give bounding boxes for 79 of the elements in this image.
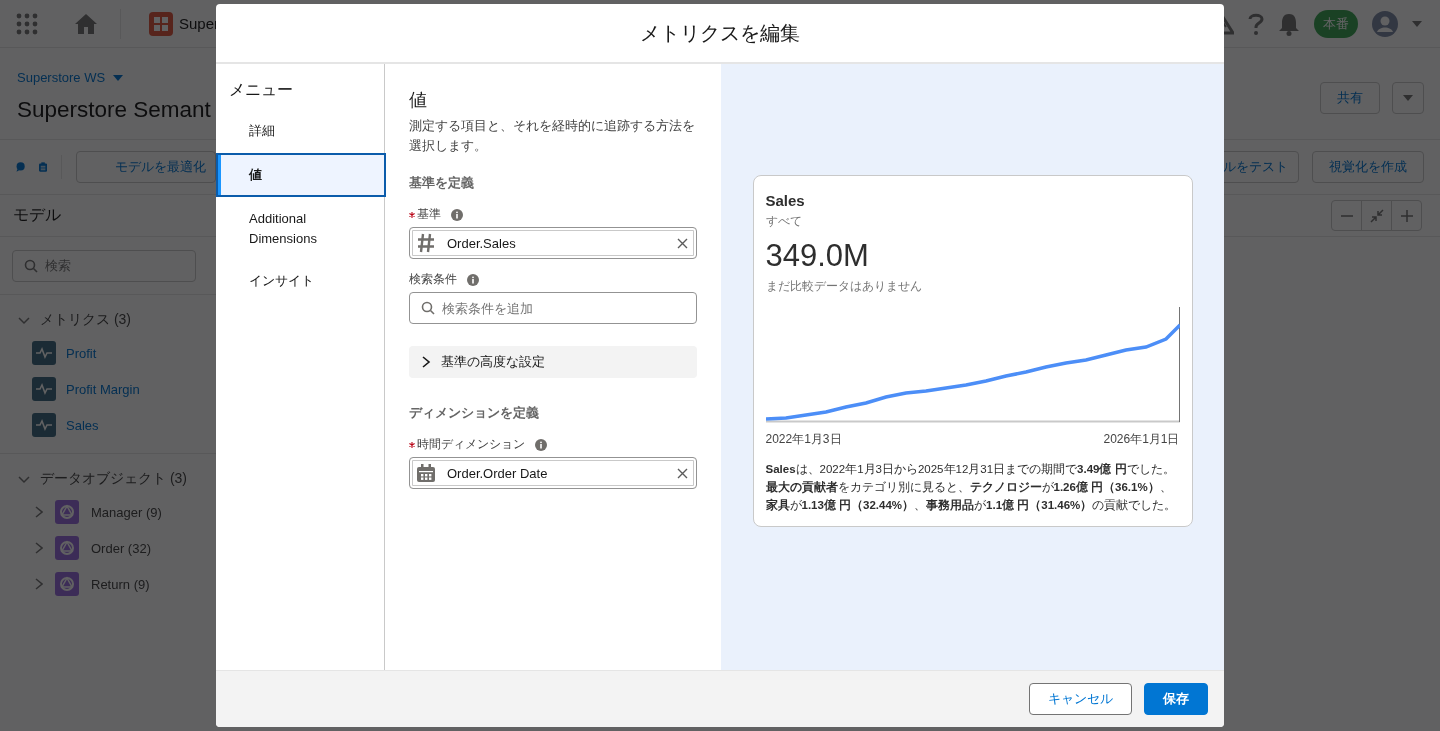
- caret-icon[interactable]: [113, 74, 124, 81]
- menu-item[interactable]: 詳細: [216, 111, 384, 151]
- zoom-out-button[interactable]: [1331, 200, 1362, 231]
- axis-label: 2026年1月1日: [1103, 431, 1180, 448]
- shrink-icon: [1369, 208, 1384, 223]
- field-label: 基準: [417, 206, 441, 223]
- pulse-icon: [32, 413, 56, 437]
- search-icon: [421, 301, 435, 315]
- group-header[interactable]: メトリクス (3): [0, 305, 216, 335]
- selected-field[interactable]: Order.Order Date: [409, 457, 697, 489]
- section-heading: 値: [409, 89, 428, 112]
- menu-item[interactable]: インサイト: [216, 261, 384, 301]
- pulse-icon: [32, 377, 56, 401]
- accordion-header[interactable]: 基準の高度な設定: [409, 346, 697, 378]
- avatar-icon[interactable]: [1372, 10, 1398, 37]
- fit-button[interactable]: [1361, 200, 1392, 231]
- environment-badge: 本番: [1314, 9, 1358, 38]
- zoom-in-button[interactable]: [1391, 200, 1422, 231]
- summary-text: Salesは、2022年1月3日から2025年12月31日までの期間で3.49億 円でした。最大の貢献者をカテゴリ別に見ると、テクノロジーが1.26億 円（36.1%）、家具が1.13億 円（32.44%）、事務用品が1.1億 円（31.46%）の貢献でした。: [765, 462, 1178, 514]
- action-button[interactable]: ルをテスト: [1224, 151, 1299, 183]
- axis-label: 2022年1月3日: [765, 431, 842, 448]
- page-title: Superstore Semant: [17, 97, 212, 123]
- metric-title: Sales: [765, 192, 806, 209]
- caret-icon: [1403, 94, 1413, 101]
- save-button[interactable]: 保存: [1144, 683, 1208, 715]
- info-icon[interactable]: [451, 208, 463, 221]
- app-launcher-icon[interactable]: [16, 12, 38, 35]
- chevron-right-icon[interactable]: [35, 542, 43, 554]
- field-value: Order.Sales: [447, 235, 517, 251]
- plus-icon: [1399, 208, 1414, 223]
- chevron-right-icon[interactable]: [35, 578, 43, 590]
- action-button[interactable]: 視覚化を作成: [1312, 151, 1424, 183]
- clear-icon[interactable]: [677, 467, 688, 479]
- info-icon[interactable]: [535, 438, 547, 451]
- object-item[interactable]: Return (9): [91, 576, 150, 592]
- more-button[interactable]: [1392, 81, 1424, 114]
- group-header[interactable]: データオブジェクト (3): [0, 464, 216, 494]
- subsection-title: ディメンションを定義: [409, 404, 540, 422]
- field-value: Order.Order Date: [447, 465, 549, 481]
- hash-icon: [417, 233, 435, 253]
- menu-item[interactable]: 値: [216, 153, 386, 197]
- caret-icon[interactable]: [1412, 20, 1422, 27]
- metric-item[interactable]: Profit: [66, 345, 97, 361]
- info-icon[interactable]: [467, 273, 479, 286]
- calendar-icon: [417, 464, 435, 482]
- help-icon[interactable]: [1248, 12, 1264, 35]
- object-icon: [55, 572, 79, 596]
- toolbar-button[interactable]: モデルを最適化: [76, 151, 216, 183]
- object-icon: [55, 536, 79, 560]
- share-button[interactable]: 共有: [1320, 81, 1380, 114]
- section-description: 測定する項目と、それを経時的に追跡する方法を選択します。: [409, 117, 696, 155]
- modal-title: メトリクスを編集: [640, 20, 800, 46]
- workspace-link[interactable]: Superstore WS: [17, 70, 106, 85]
- object-item[interactable]: Order (32): [91, 540, 151, 556]
- object-icon: [55, 500, 79, 524]
- app-icon: [149, 11, 173, 36]
- menu-title: メニュー: [228, 80, 294, 100]
- comparison-note: まだ比較データはありません: [765, 278, 923, 295]
- cancel-button[interactable]: キャンセル: [1029, 683, 1132, 715]
- menu-item[interactable]: Additional Dimensions: [216, 199, 384, 259]
- field-label: 検索条件: [409, 271, 457, 288]
- subsection-title: 基準を定義: [409, 174, 475, 192]
- field-label: 時間ディメンション: [417, 436, 525, 453]
- metric-value: 349.0M: [765, 238, 870, 274]
- pulse-icon: [32, 341, 56, 365]
- clipboard-icon[interactable]: [39, 159, 48, 175]
- chevron-right-icon[interactable]: [35, 506, 43, 518]
- bell-icon[interactable]: [1278, 11, 1300, 36]
- clear-icon[interactable]: [677, 237, 688, 249]
- search-icon: [24, 258, 38, 273]
- metric-subtitle: すべて: [765, 213, 803, 230]
- metric-item[interactable]: Sales: [66, 417, 99, 433]
- metric-item[interactable]: Profit Margin: [66, 381, 140, 397]
- search-field[interactable]: 検索条件を追加: [409, 292, 697, 324]
- object-item[interactable]: Manager (9): [91, 504, 162, 520]
- minus-icon: [1340, 214, 1353, 217]
- selected-field[interactable]: Order.Sales: [409, 227, 697, 259]
- home-icon[interactable]: [74, 12, 98, 35]
- app-name[interactable]: Super: [179, 15, 220, 32]
